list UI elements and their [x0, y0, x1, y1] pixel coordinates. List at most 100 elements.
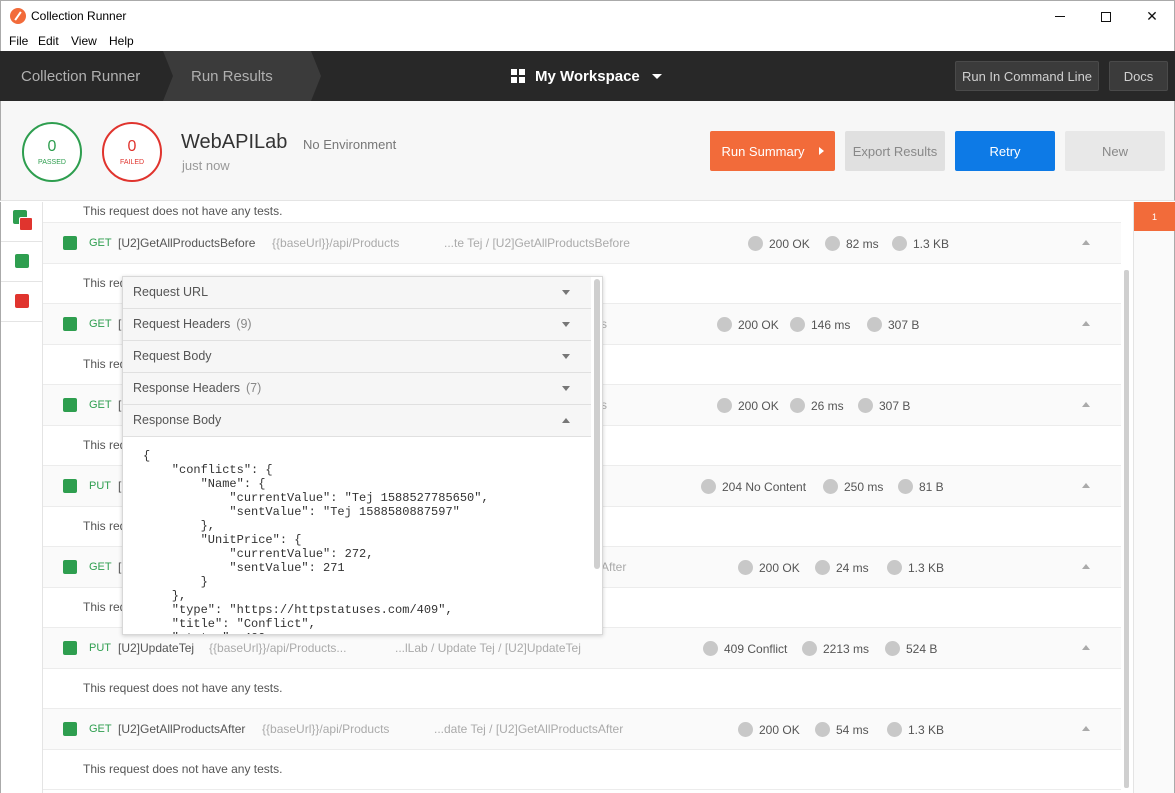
docs-button[interactable]: Docs	[1109, 61, 1168, 91]
test-result-text: This request does not have any tests.	[83, 762, 283, 776]
request-url-label: Request URL	[133, 285, 209, 299]
response-headers-text: Response Headers	[133, 381, 241, 395]
test-result-text: This req	[83, 357, 127, 371]
request-headers-label: Request Headers (9)	[133, 317, 252, 331]
test-result-row: This request does not have any tests.	[43, 202, 1121, 223]
iteration-all[interactable]	[1, 202, 43, 242]
failure-marker[interactable]: 1	[1134, 202, 1175, 231]
popup-scrollbar[interactable]	[594, 279, 600, 569]
test-result-text: This req	[83, 600, 127, 614]
response-size-text: 1.3 KB	[908, 722, 945, 737]
request-row[interactable]: GET [U2]GetAllProductsAfter {{baseUrl}}/…	[43, 709, 1121, 750]
collapse-icon[interactable]	[1082, 240, 1090, 245]
pass-status-icon	[63, 560, 77, 574]
collapse-icon[interactable]	[1082, 564, 1090, 569]
run-summary-button[interactable]: Run Summary	[710, 131, 835, 171]
size-dot-icon	[898, 479, 913, 494]
collapse-icon[interactable]	[1082, 402, 1090, 407]
pass-status-icon	[63, 479, 77, 493]
response-size-text: 1.3 KB	[908, 560, 945, 575]
response-size-text: 1.3 KB	[913, 236, 950, 251]
menu-file[interactable]: File	[9, 34, 28, 48]
response-size: 1.3 KB	[887, 722, 944, 737]
menu-view[interactable]: View	[71, 34, 97, 48]
request-details-popup: Request URL Request Headers (9) Request B…	[122, 276, 603, 635]
response-size: 307 B	[867, 317, 919, 332]
size-dot-icon	[858, 398, 873, 413]
response-status-text: 200 OK	[738, 398, 779, 413]
request-url-section[interactable]: Request URL	[123, 277, 591, 309]
request-body-section[interactable]: Request Body	[123, 341, 591, 373]
request-headers-text: Request Headers	[133, 317, 231, 331]
pass-status-icon	[63, 641, 77, 655]
response-status-text: 200 OK	[769, 236, 810, 251]
run-header: 0 PASSED 0 FAILED WebAPILab No Environme…	[0, 101, 1175, 201]
results-scrollbar-thumb[interactable]	[1124, 270, 1129, 788]
request-path: ...te Tej / [U2]GetAllProductsBefore	[444, 236, 630, 250]
response-headers-section[interactable]: Response Headers (7)	[123, 373, 591, 405]
retry-button[interactable]: Retry	[955, 131, 1055, 171]
test-result-row: This request does not have any tests.	[43, 669, 1121, 709]
request-name: [	[118, 317, 122, 331]
response-size: 307 B	[858, 398, 910, 413]
run-in-command-line-button[interactable]: Run In Command Line	[955, 61, 1099, 91]
response-time: 2213 ms	[802, 641, 869, 656]
test-result-text: This request does not have any tests.	[83, 204, 283, 218]
request-url: {{baseUrl}}/api/Products	[272, 236, 400, 250]
response-status: 200 OK	[738, 560, 800, 575]
breadcrumb-run-results-label: Run Results	[191, 68, 273, 85]
menu-edit[interactable]: Edit	[38, 34, 59, 48]
request-path: ...date Tej / [U2]GetAllProductsAfter	[434, 722, 624, 736]
request-name: [U2]UpdateTej	[118, 641, 195, 655]
response-status-text: 204 No Content	[722, 479, 807, 494]
iteration-sidebar	[0, 202, 43, 793]
request-name: [U2]GetAllProductsAfter	[118, 722, 246, 736]
response-body-section[interactable]: Response Body	[123, 405, 591, 437]
breadcrumb-collection-runner[interactable]: Collection Runner	[0, 51, 163, 101]
menu-help[interactable]: Help	[109, 34, 134, 48]
window-titlebar: Collection Runner ✕	[0, 0, 1175, 31]
breadcrumb-run-results[interactable]: Run Results	[163, 51, 321, 101]
request-path: After	[601, 560, 627, 574]
iteration-failed-filter[interactable]	[1, 282, 43, 322]
chevron-down-icon	[562, 290, 570, 295]
response-time: 24 ms	[815, 560, 869, 575]
response-status: 204 No Content	[701, 479, 806, 494]
request-headers-section[interactable]: Request Headers (9)	[123, 309, 591, 341]
collapse-icon[interactable]	[1082, 726, 1090, 731]
collapse-icon[interactable]	[1082, 321, 1090, 326]
passed-counter: 0 PASSED	[22, 122, 82, 182]
caret-right-icon	[818, 147, 824, 155]
chevron-down-icon	[562, 386, 570, 391]
request-headers-count: (9)	[236, 317, 252, 331]
response-time: 26 ms	[790, 398, 844, 413]
request-method: GET	[89, 723, 112, 735]
export-results-button[interactable]: Export Results	[845, 131, 945, 171]
response-time: 54 ms	[815, 722, 869, 737]
maximize-button[interactable]	[1083, 1, 1129, 32]
workspace-switcher[interactable]: My Workspace	[511, 66, 662, 86]
new-button[interactable]: New	[1065, 131, 1165, 171]
iteration-passed-filter[interactable]	[1, 242, 43, 282]
pass-status-icon	[63, 236, 77, 250]
response-body-code[interactable]: { "conflicts": { "Name": { "currentValue…	[143, 449, 489, 634]
minimize-button[interactable]	[1037, 1, 1083, 32]
request-name: [U2]GetAllProductsBefore	[118, 236, 256, 250]
request-method: PUT	[89, 642, 111, 654]
request-row[interactable]: GET [U2]GetAllProductsBefore {{baseUrl}}…	[43, 223, 1121, 264]
collapse-icon[interactable]	[1082, 645, 1090, 650]
minimize-icon	[1055, 16, 1065, 17]
response-time-text: 24 ms	[836, 560, 869, 575]
status-dot-icon	[717, 317, 732, 332]
request-path: ...lLab / Update Tej / [U2]UpdateTej	[395, 641, 581, 655]
request-body-label: Request Body	[133, 349, 212, 363]
response-size: 1.3 KB	[887, 560, 944, 575]
request-url: {{baseUrl}}/api/Products...	[209, 641, 347, 655]
close-button[interactable]: ✕	[1129, 1, 1175, 32]
request-name: [	[118, 398, 122, 412]
request-method: GET	[89, 561, 112, 573]
collapse-icon[interactable]	[1082, 483, 1090, 488]
time-dot-icon	[823, 479, 838, 494]
response-size: 81 B	[898, 479, 944, 494]
test-result-text: This req	[83, 276, 127, 290]
